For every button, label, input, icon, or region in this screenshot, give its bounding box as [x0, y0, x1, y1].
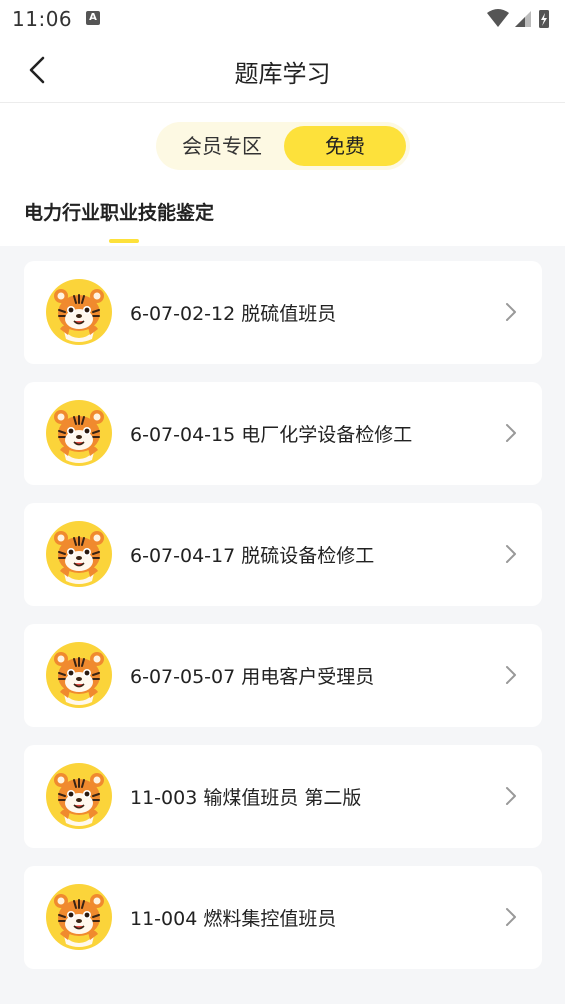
segment-control: 会员专区 免费 — [156, 122, 410, 170]
system-status-icons — [487, 9, 549, 28]
course-label: 6-07-02-12 脱硫值班员 — [130, 303, 337, 325]
course-card[interactable]: 11-004 燃料集控值班员 — [24, 866, 542, 969]
nav-header: 题库学习 — [0, 38, 565, 103]
course-label: 6-07-04-17 脱硫设备检修工 — [130, 545, 375, 567]
section-tab-title[interactable]: 电力行业职业技能鉴定 — [24, 198, 214, 225]
course-label: 11-003 输煤值班员 第二版 — [130, 787, 362, 809]
course-card[interactable]: 6-07-05-07 用电客户受理员 — [24, 624, 542, 727]
page-title: 题库学习 — [234, 60, 331, 88]
notification-icon: A — [86, 11, 100, 25]
tiger-avatar-icon — [46, 521, 112, 587]
course-card[interactable]: 6-07-04-17 脱硫设备检修工 — [24, 503, 542, 606]
tiger-avatar-icon — [46, 400, 112, 466]
tiger-avatar-icon — [46, 279, 112, 345]
course-card[interactable]: 11-003 输煤值班员 第二版 — [24, 745, 542, 848]
tab-free[interactable]: 免费 — [284, 126, 406, 166]
status-bar: 11:06 A — [0, 0, 565, 38]
course-label: 6-07-05-07 用电客户受理员 — [130, 666, 375, 688]
tiger-avatar-icon — [46, 763, 112, 829]
course-card[interactable]: 6-07-02-12 脱硫值班员 — [24, 261, 542, 364]
chevron-right-icon — [506, 424, 516, 442]
chevron-right-icon — [506, 303, 516, 321]
tiger-avatar-icon — [46, 642, 112, 708]
course-label: 6-07-04-15 电厂化学设备检修工 — [130, 424, 413, 446]
section-tab-indicator — [109, 239, 139, 243]
course-card[interactable]: 6-07-04-15 电厂化学设备检修工 — [24, 382, 542, 485]
tiger-avatar-icon — [46, 884, 112, 950]
wifi-icon — [487, 9, 509, 27]
chevron-right-icon — [506, 908, 516, 926]
course-label: 11-004 燃料集控值班员 — [130, 908, 337, 930]
chevron-right-icon — [506, 666, 516, 684]
chevron-right-icon — [506, 545, 516, 563]
tab-members[interactable]: 会员专区 — [160, 126, 284, 166]
status-time: 11:06 — [12, 7, 73, 31]
chevron-right-icon — [506, 787, 516, 805]
